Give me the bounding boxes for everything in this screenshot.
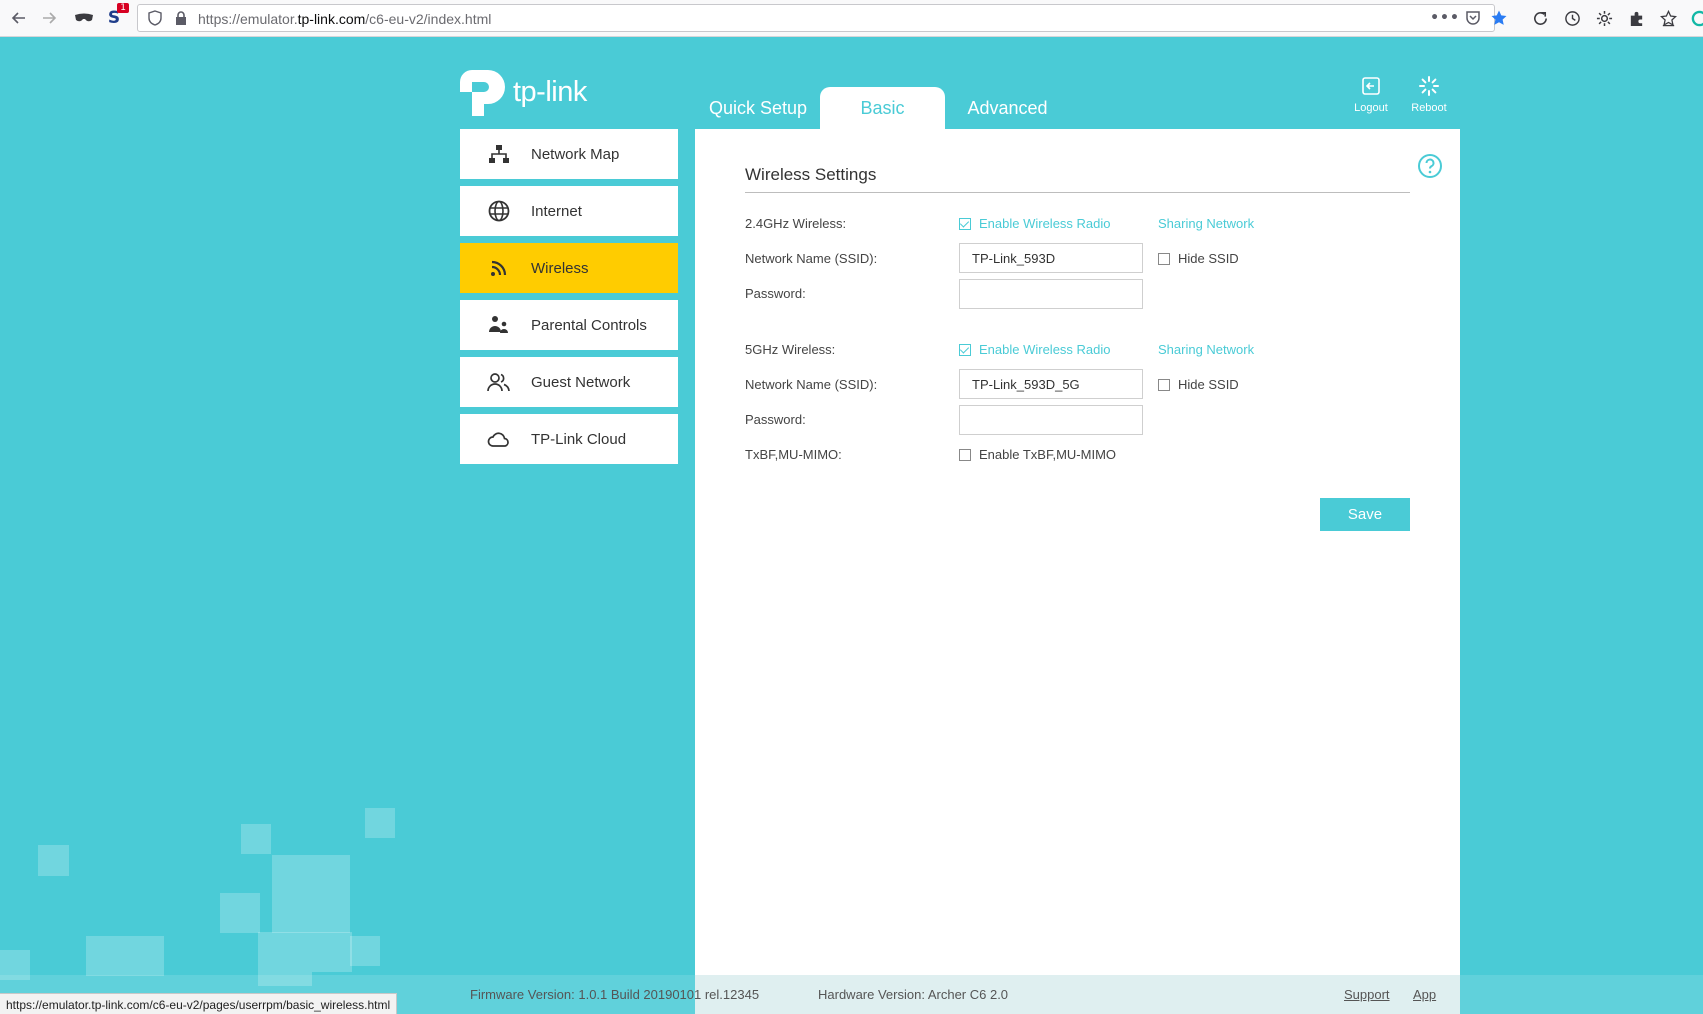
save-button[interactable]: Save [1320, 498, 1410, 531]
extensions-puzzle-icon[interactable] [1625, 7, 1647, 29]
wireless-settings-panel: Wireless Settings 2.4GHz Wireless: Enabl… [695, 129, 1460, 975]
band5-enable-label: Enable Wireless Radio [979, 342, 1111, 357]
checkbox-unchecked[interactable] [959, 448, 971, 461]
band5-sharing-network-link[interactable]: Sharing Network [1158, 342, 1254, 357]
checkbox-checked[interactable] [959, 217, 971, 230]
sidebar-item-network-map[interactable]: Network Map [460, 129, 678, 179]
tab-basic[interactable]: Basic [820, 87, 945, 129]
sidebar-item-label: Internet [531, 202, 582, 220]
txbf-enable-label: Enable TxBF,MU-MIMO [979, 447, 1117, 462]
band24-hide-ssid-checkbox[interactable]: Hide SSID [1158, 251, 1239, 266]
firmware-version: Firmware Version: 1.0.1 Build 20190101 r… [470, 987, 760, 1002]
band24-hide-ssid-label: Hide SSID [1178, 251, 1239, 266]
sidebar-item-tp-link-cloud[interactable]: TP-Link Cloud [460, 414, 678, 464]
tab-quick-setup[interactable]: Quick Setup [700, 87, 816, 129]
txbf-label: TxBF,MU-MIMO: [745, 447, 842, 462]
sidebar-item-label: Guest Network [531, 373, 631, 391]
logo-text: tp-link [513, 76, 587, 108]
sidebar-item-label: Wireless [531, 259, 589, 277]
band5-password-label: Password: [745, 412, 806, 427]
network-map-icon [487, 142, 511, 166]
sidebar-item-label: Parental Controls [531, 316, 647, 334]
band24-label: 2.4GHz Wireless: [745, 216, 847, 231]
help-icon[interactable] [1417, 153, 1443, 183]
sidebar-item-guest-network[interactable]: Guest Network [460, 357, 678, 407]
sidebar-item-label: Network Map [531, 145, 620, 163]
history-icon[interactable] [1561, 7, 1583, 29]
reload-icon[interactable] [1529, 7, 1551, 29]
forward-icon[interactable] [38, 7, 60, 29]
app-link[interactable]: App [1413, 987, 1436, 1002]
band5-enable-checkbox[interactable]: Enable Wireless Radio [959, 342, 1111, 357]
reboot-label: Reboot [1411, 102, 1447, 114]
tab-advanced[interactable]: Advanced [950, 87, 1065, 129]
guest-network-icon [487, 370, 511, 394]
band24-ssid-input[interactable] [959, 243, 1143, 273]
band24-sharing-network-link[interactable]: Sharing Network [1158, 216, 1254, 231]
band5-label: 5GHz Wireless: [745, 342, 836, 357]
favorites-icon[interactable] [1657, 7, 1679, 29]
sidebar-item-internet[interactable]: Internet [460, 186, 678, 236]
logout-label: Logout [1354, 102, 1388, 114]
checkbox-unchecked[interactable] [1158, 252, 1170, 265]
reboot-button[interactable]: Reboot [1401, 76, 1457, 116]
reboot-icon [1419, 76, 1439, 96]
band24-enable-label: Enable Wireless Radio [979, 216, 1111, 231]
txbf-enable-checkbox[interactable]: Enable TxBF,MU-MIMO [959, 447, 1116, 462]
browser-toolbar: S 1 https://emulator.tp-link.com/c6-eu-v… [0, 0, 1703, 37]
wifi-icon [487, 256, 511, 280]
extension-badge: 1 [117, 3, 129, 13]
sidebar-item-label: TP-Link Cloud [531, 430, 627, 448]
extension-s-icon[interactable]: S 1 [103, 3, 129, 29]
cloud-icon [487, 427, 511, 451]
lock-icon[interactable] [170, 7, 192, 29]
band5-ssid-input[interactable] [959, 369, 1143, 399]
settings-gear-icon[interactable] [1593, 7, 1615, 29]
private-mask-icon[interactable] [73, 7, 95, 29]
page-title: Wireless Settings [745, 165, 877, 184]
globe-icon [487, 199, 511, 223]
band5-ssid-label: Network Name (SSID): [745, 377, 878, 392]
band24-password-label: Password: [745, 286, 806, 301]
title-divider [745, 192, 1410, 193]
sidebar-item-parental-controls[interactable]: Parental Controls [460, 300, 678, 350]
more-icon[interactable]: ••• [1430, 7, 1459, 29]
account-icon[interactable] [1688, 7, 1703, 29]
support-link[interactable]: Support [1344, 987, 1390, 1002]
band5-hide-ssid-label: Hide SSID [1178, 377, 1239, 392]
parental-controls-icon [487, 313, 511, 337]
band24-ssid-label: Network Name (SSID): [745, 251, 878, 266]
checkbox-checked[interactable] [959, 343, 971, 356]
logout-button[interactable]: Logout [1343, 76, 1399, 116]
logout-icon [1362, 77, 1380, 95]
address-bar[interactable]: https://emulator.tp-link.com/c6-eu-v2/in… [137, 4, 1507, 32]
bookmark-star-icon[interactable] [1488, 7, 1510, 29]
checkbox-unchecked[interactable] [1158, 378, 1170, 391]
sidebar-item-wireless[interactable]: Wireless [460, 243, 678, 293]
shield-icon[interactable] [144, 7, 166, 29]
back-icon[interactable] [8, 7, 30, 29]
band5-hide-ssid-checkbox[interactable]: Hide SSID [1158, 377, 1239, 392]
band24-enable-checkbox[interactable]: Enable Wireless Radio [959, 216, 1111, 231]
pocket-icon[interactable] [1462, 7, 1484, 29]
band5-password-input[interactable] [959, 405, 1143, 435]
url-text: https://emulator.tp-link.com/c6-eu-v2/in… [198, 11, 492, 27]
status-bar-url: https://emulator.tp-link.com/c6-eu-v2/pa… [0, 993, 398, 1014]
hardware-version: Hardware Version: Archer C6 2.0 [818, 987, 1009, 1002]
band24-password-input[interactable] [959, 279, 1143, 309]
